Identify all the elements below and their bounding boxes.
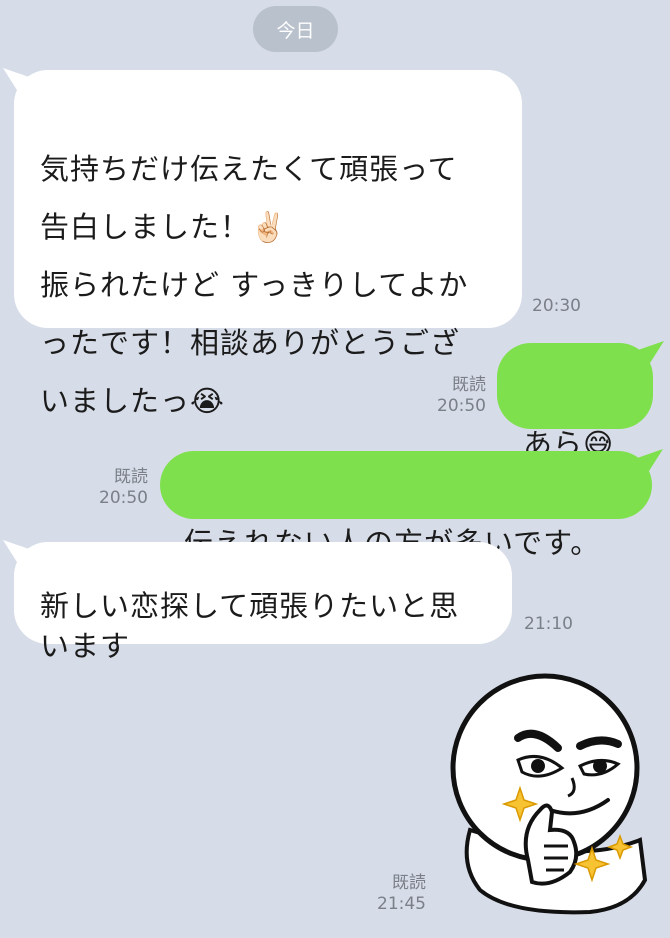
read-receipt: 既読 <box>452 375 486 395</box>
outgoing-message-bubble[interactable]: あら😅 <box>497 343 653 461</box>
read-receipt: 既読 <box>114 467 148 487</box>
sticker-face-icon <box>450 673 648 915</box>
message-text: 新しい恋探して頑張りたいと思 います <box>40 589 460 663</box>
outgoing-message-bubble[interactable]: 伝えれない人の方が多いです。 <box>160 451 652 560</box>
message-timestamp: 20:30 <box>532 296 581 316</box>
message-timestamp: 21:10 <box>524 614 573 634</box>
message-text: 気持ちだけ伝えたくて頑張って 告白しました！✌🏻 振られたけど すっきりしてよか… <box>40 152 469 418</box>
read-receipt: 既読 <box>392 873 426 893</box>
date-separator: 今日 <box>253 6 338 52</box>
message-meta: 既読 20:50 <box>80 467 148 509</box>
message-timestamp: 20:50 <box>99 488 148 508</box>
incoming-message-bubble[interactable]: 新しい恋探して頑張りたいと思 います <box>14 542 512 663</box>
message-timestamp: 20:50 <box>437 396 486 416</box>
message-meta: 既読 20:50 <box>420 375 486 417</box>
incoming-message-bubble[interactable]: 気持ちだけ伝えたくて頑張って 告白しました！✌🏻 振られたけど すっきりしてよか… <box>14 70 522 418</box>
message-meta: 既読 21:45 <box>370 873 426 915</box>
thumbs-up-smirk-face-sticker[interactable] <box>440 660 656 918</box>
message-timestamp: 21:45 <box>377 894 426 914</box>
